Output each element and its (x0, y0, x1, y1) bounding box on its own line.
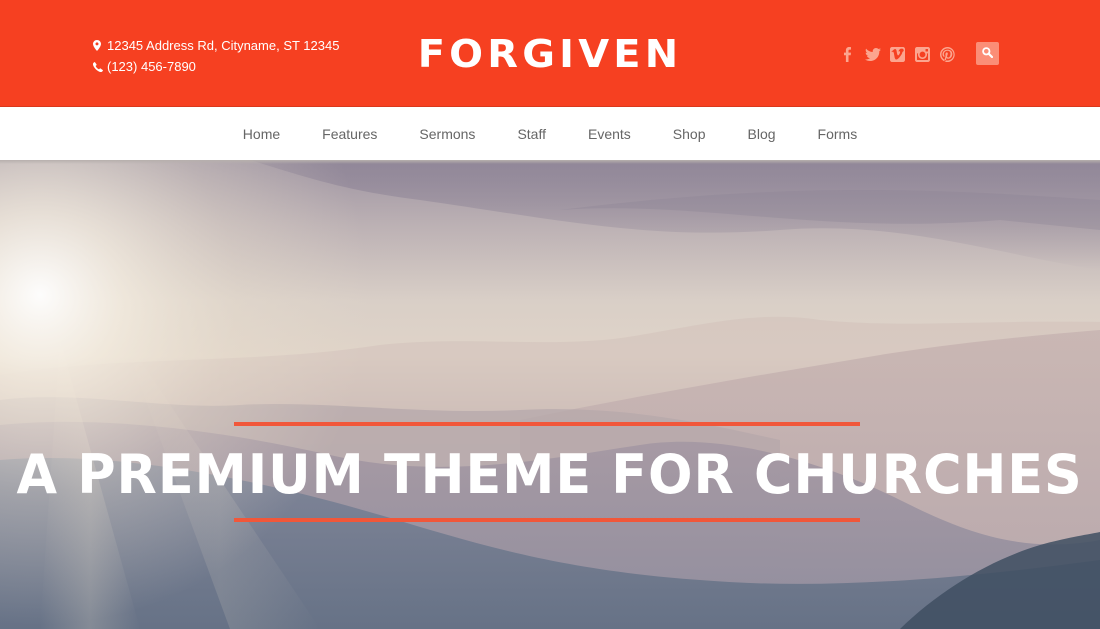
instagram-icon[interactable] (910, 44, 935, 64)
hero-background-image (0, 160, 1100, 629)
headline-rule-top (234, 422, 860, 426)
nav-item-home[interactable]: Home (222, 126, 301, 142)
search-icon (982, 45, 994, 63)
nav-item-forms[interactable]: Forms (797, 126, 879, 142)
nav-item-blog[interactable]: Blog (727, 126, 797, 142)
nav-item-events[interactable]: Events (567, 126, 652, 142)
nav-item-features[interactable]: Features (301, 126, 398, 142)
social-links (835, 44, 960, 64)
logo-text[interactable]: FORGIVEN (418, 30, 683, 78)
vimeo-icon[interactable] (885, 44, 910, 64)
headline-rule-bottom (234, 518, 860, 522)
facebook-icon[interactable] (835, 44, 860, 64)
search-button[interactable] (976, 42, 999, 65)
nav-item-shop[interactable]: Shop (652, 126, 727, 142)
nav-shadow (0, 160, 1100, 164)
hero-headline-text: A PREMIUM THEME FOR CHURCHES (16, 443, 1084, 506)
main-navigation: Home Features Sermons Staff Events Shop … (0, 108, 1100, 160)
top-header: 12345 Address Rd, Cityname, ST 12345 (12… (0, 0, 1100, 107)
hero-banner: A PREMIUM THEME FOR CHURCHES (0, 160, 1100, 629)
hero-headline: A PREMIUM THEME FOR CHURCHES (0, 443, 1100, 507)
twitter-icon[interactable] (860, 44, 885, 64)
nav-item-sermons[interactable]: Sermons (398, 126, 496, 142)
nav-item-staff[interactable]: Staff (496, 126, 567, 142)
pinterest-icon[interactable] (935, 44, 960, 64)
